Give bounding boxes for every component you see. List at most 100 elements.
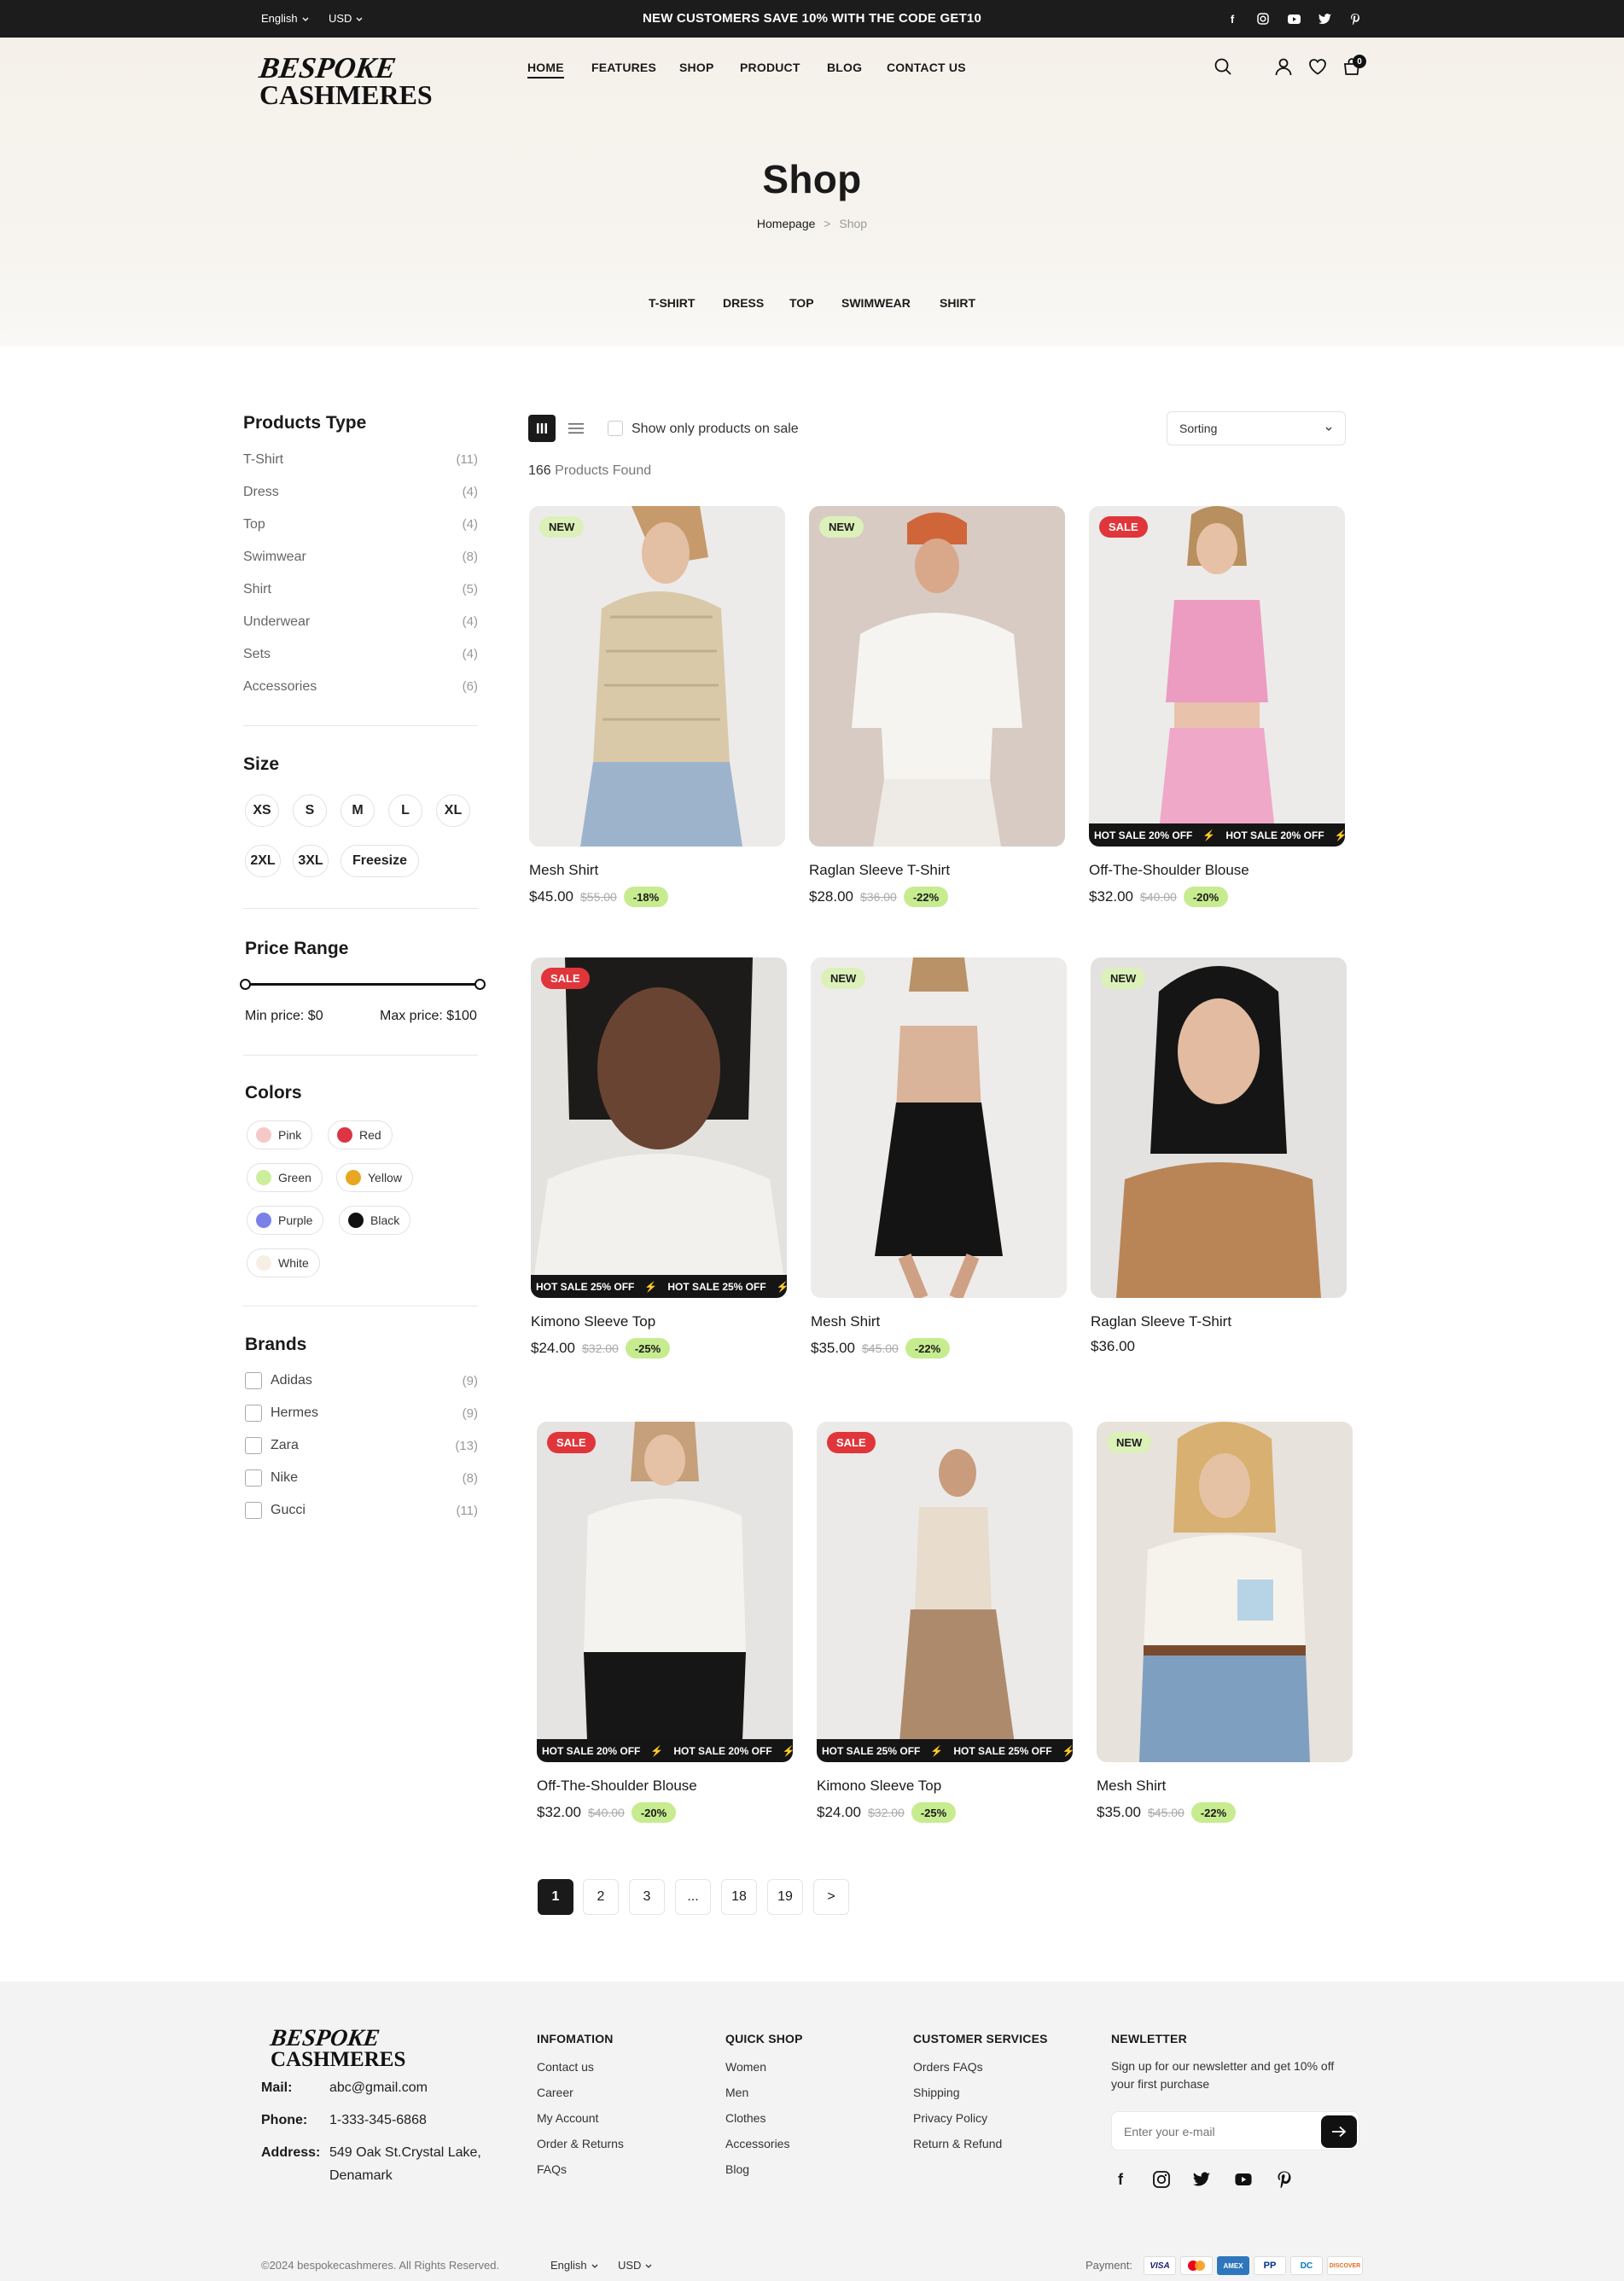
nav-home[interactable]: HOME xyxy=(527,61,564,79)
product-name[interactable]: Off-The-Shoulder Blouse xyxy=(1089,862,1345,879)
facebook-icon[interactable]: f xyxy=(1224,10,1241,27)
footer-link[interactable]: Contact us xyxy=(537,2060,594,2074)
footer-link[interactable]: My Account xyxy=(537,2111,598,2125)
filter-type-item[interactable]: Swimwear (8) xyxy=(243,550,478,565)
page-button[interactable]: 1 xyxy=(538,1879,573,1915)
color-chip-yellow[interactable]: Yellow xyxy=(336,1163,413,1192)
category-tab[interactable]: T-SHIRT xyxy=(649,296,695,310)
product-card[interactable]: SALE HOT SALE 20% OFF⚡HOT SALE 20% OFF⚡H… xyxy=(1089,506,1345,907)
size-chip[interactable]: Freesize xyxy=(341,845,419,877)
color-chip-purple[interactable]: Purple xyxy=(247,1206,324,1235)
product-image[interactable]: NEW xyxy=(1091,957,1347,1298)
checkbox[interactable] xyxy=(245,1437,262,1454)
brand-filter-item[interactable]: Zara (13) xyxy=(245,1437,478,1454)
twitter-icon[interactable] xyxy=(1193,2172,1210,2186)
filter-type-item[interactable]: Dress (4) xyxy=(243,485,478,500)
color-chip-red[interactable]: Red xyxy=(328,1120,393,1149)
nav-features[interactable]: FEATURES xyxy=(591,61,656,74)
category-tab[interactable]: SWIMWEAR xyxy=(841,296,911,310)
product-name[interactable]: Mesh Shirt xyxy=(811,1313,1067,1330)
nav-product[interactable]: PRODUCT xyxy=(740,61,800,74)
product-card[interactable]: SALE HOT SALE 20% OFF ⚡ HOT SALE 20% OFF ⚡ … xyxy=(537,1422,793,1823)
size-chip[interactable]: 2XL xyxy=(245,845,281,877)
category-tab[interactable]: DRESS xyxy=(723,296,764,310)
footer-link[interactable]: Order & Returns xyxy=(537,2137,624,2150)
mail-value[interactable]: abc@gmail.com xyxy=(329,2080,428,2096)
size-chip[interactable]: XS xyxy=(245,794,279,827)
footer-link[interactable]: Return & Refund xyxy=(913,2137,1002,2150)
footer-logo[interactable]: BESPOKE CASHMERES xyxy=(269,2025,406,2070)
grid-view-button[interactable] xyxy=(528,415,556,442)
newsletter-submit-button[interactable] xyxy=(1321,2115,1357,2148)
nav-shop[interactable]: SHOP xyxy=(679,61,713,74)
footer-link[interactable]: FAQs xyxy=(537,2162,567,2176)
page-button[interactable]: 18 xyxy=(721,1879,757,1915)
product-name[interactable]: Mesh Shirt xyxy=(529,862,785,879)
product-card[interactable]: NEW Mesh Shirt $35.00 $45.00 -22% xyxy=(811,957,1067,1359)
size-chip[interactable]: M xyxy=(341,794,375,827)
size-chip[interactable]: 3XL xyxy=(293,845,329,877)
size-chip[interactable]: XL xyxy=(436,794,470,827)
footer-link[interactable]: Men xyxy=(725,2086,748,2099)
checkbox[interactable] xyxy=(245,1405,262,1422)
size-chip[interactable]: L xyxy=(388,794,422,827)
color-chip-pink[interactable]: Pink xyxy=(247,1120,313,1149)
twitter-icon[interactable] xyxy=(1316,10,1333,27)
page-button[interactable]: 3 xyxy=(629,1879,665,1915)
price-slider-min-handle[interactable] xyxy=(240,979,251,990)
checkbox[interactable] xyxy=(245,1372,262,1389)
product-image[interactable]: SALE HOT SALE 20% OFF ⚡ HOT SALE 20% OFF ⚡ xyxy=(537,1422,793,1762)
page-button[interactable]: 2 xyxy=(583,1879,619,1915)
product-image[interactable]: NEW xyxy=(529,506,785,847)
product-image[interactable]: NEW xyxy=(811,957,1067,1298)
user-icon[interactable] xyxy=(1273,56,1294,77)
nav-contact-us[interactable]: CONTACT US xyxy=(887,61,966,74)
footer-language-selector[interactable]: English xyxy=(550,2259,599,2272)
brand-filter-item[interactable]: Hermes (9) xyxy=(245,1405,478,1422)
logo[interactable]: BESPOKE CASHMERES xyxy=(257,51,432,108)
product-card[interactable]: NEW Raglan Sleeve T-Shirt $28.00 $36.00 -2… xyxy=(809,506,1065,907)
product-card[interactable]: NEW Raglan Sleeve T-Shirt $36.00 xyxy=(1091,957,1347,1355)
filter-type-item[interactable]: Underwear (4) xyxy=(243,614,478,630)
checkbox[interactable] xyxy=(245,1502,262,1519)
color-chip-green[interactable]: Green xyxy=(247,1163,323,1192)
color-chip-white[interactable]: White xyxy=(247,1248,320,1277)
sale-only-checkbox[interactable] xyxy=(608,421,623,436)
footer-link[interactable]: Women xyxy=(725,2060,766,2074)
product-name[interactable]: Raglan Sleeve T-Shirt xyxy=(809,862,1065,879)
phone-value[interactable]: 1-333-345-6868 xyxy=(329,2113,427,2128)
product-card[interactable]: SALE HOT SALE 25% OFF ⚡ HOT SALE 25% OFF ⚡ … xyxy=(817,1422,1073,1823)
product-name[interactable]: Kimono Sleeve Top xyxy=(531,1313,787,1330)
breadcrumb-home[interactable]: Homepage xyxy=(757,217,816,230)
product-name[interactable]: Raglan Sleeve T-Shirt xyxy=(1091,1313,1347,1330)
nav-blog[interactable]: BLOG xyxy=(827,61,862,74)
filter-type-item[interactable]: Sets (4) xyxy=(243,647,478,662)
sorting-select[interactable]: Sorting xyxy=(1167,411,1346,445)
footer-link[interactable]: Accessories xyxy=(725,2137,789,2150)
youtube-icon[interactable] xyxy=(1235,2173,1252,2185)
category-tab[interactable]: TOP xyxy=(789,296,814,310)
heart-icon[interactable] xyxy=(1307,56,1328,77)
newsletter-email-input[interactable] xyxy=(1124,2122,1312,2141)
pinterest-icon[interactable] xyxy=(1277,2170,1292,2188)
brand-filter-item[interactable]: Gucci (11) xyxy=(245,1502,478,1519)
product-name[interactable]: Mesh Shirt xyxy=(1097,1778,1353,1795)
footer-link[interactable]: Privacy Policy xyxy=(913,2111,987,2125)
search-icon[interactable] xyxy=(1213,56,1233,77)
brand-filter-item[interactable]: Nike (8) xyxy=(245,1469,478,1487)
color-chip-black[interactable]: Black xyxy=(339,1206,411,1235)
filter-type-item[interactable]: Top (4) xyxy=(243,517,478,532)
product-image[interactable]: NEW xyxy=(809,506,1065,847)
product-image[interactable]: NEW xyxy=(1097,1422,1353,1762)
next-page-button[interactable]: > xyxy=(813,1879,849,1915)
youtube-icon[interactable] xyxy=(1285,10,1302,27)
product-name[interactable]: Kimono Sleeve Top xyxy=(817,1778,1073,1795)
checkbox[interactable] xyxy=(245,1469,262,1487)
category-tab[interactable]: SHIRT xyxy=(940,296,975,310)
pinterest-icon[interactable] xyxy=(1347,10,1364,27)
footer-link[interactable]: Clothes xyxy=(725,2111,765,2125)
instagram-icon[interactable] xyxy=(1152,2170,1171,2189)
footer-link[interactable]: Career xyxy=(537,2086,573,2099)
product-image[interactable]: SALE HOT SALE 25% OFF ⚡ HOT SALE 25% OFF ⚡ xyxy=(531,957,787,1298)
product-card[interactable]: NEW Mesh Shirt $35.00 $45.00 -22% xyxy=(1097,1422,1353,1823)
